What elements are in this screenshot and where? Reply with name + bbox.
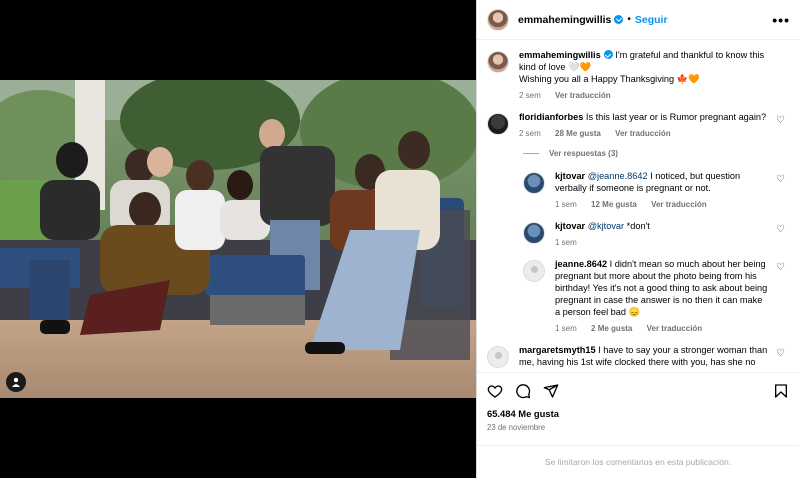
like-comment-icon[interactable]: ♡ — [776, 262, 785, 273]
translate-link[interactable]: Ver traducción — [651, 200, 707, 209]
reply-likes[interactable]: 12 Me gusta — [591, 200, 637, 209]
follow-button[interactable]: Seguir — [635, 14, 668, 26]
like-comment-icon[interactable]: ♡ — [776, 348, 785, 359]
caption-username[interactable]: emmahemingwillis — [519, 50, 613, 60]
caption-avatar[interactable] — [487, 51, 509, 73]
reply-time[interactable]: 1 sem — [555, 200, 577, 209]
view-replies-button[interactable]: Ver respuestas (3) — [523, 149, 789, 158]
verified-badge-icon — [603, 50, 613, 59]
commenter-username[interactable]: floridianforbes — [519, 112, 583, 122]
replier-username[interactable]: jeanne.8642 — [555, 259, 607, 269]
replier-username[interactable]: kjtovar — [555, 171, 585, 181]
reply-time[interactable]: 1 sem — [555, 324, 577, 333]
post-header: emmahemingwillis • Seguir ••• — [477, 0, 800, 40]
post-actions: 65.484 Me gusta 23 de noviembre — [477, 372, 799, 432]
replier-avatar[interactable] — [523, 222, 545, 244]
translate-link[interactable]: Ver traducción — [615, 129, 671, 138]
caption: emmahemingwillis I'm grateful and thankf… — [487, 49, 789, 102]
comment-time[interactable]: 2 sem — [519, 129, 541, 138]
translate-link[interactable]: Ver traducción — [647, 324, 703, 333]
tagged-users-icon[interactable] — [6, 372, 26, 392]
replies-divider — [523, 153, 539, 154]
separator-dot: • — [627, 14, 631, 25]
reply-mention[interactable]: @jeanne.8642 — [588, 171, 648, 181]
share-icon[interactable] — [543, 383, 559, 399]
comment-likes[interactable]: 28 Me gusta — [555, 129, 601, 138]
post-photo[interactable] — [0, 80, 476, 398]
like-count[interactable]: 65.484 Me gusta — [487, 408, 789, 419]
comment-item: margaretsmyth15 I have to say your a str… — [487, 344, 789, 368]
replier-avatar[interactable] — [523, 260, 545, 282]
view-replies-label: Ver respuestas (3) — [549, 149, 618, 158]
like-heart-icon[interactable] — [487, 383, 503, 399]
post-date[interactable]: 23 de noviembre — [487, 423, 789, 432]
author-username[interactable]: emmahemingwillis — [518, 14, 624, 26]
save-bookmark-icon[interactable] — [773, 383, 789, 399]
commenter-avatar[interactable] — [487, 346, 509, 368]
more-options-icon[interactable]: ••• — [772, 12, 790, 28]
like-comment-icon[interactable]: ♡ — [776, 115, 785, 126]
caption-time[interactable]: 2 sem — [519, 91, 541, 100]
reply-item: kjtovar @kjtovar *don't 1 sem ♡ — [523, 220, 789, 249]
like-comment-icon[interactable]: ♡ — [776, 174, 785, 185]
replier-username[interactable]: kjtovar — [555, 221, 585, 231]
caption-text-line2: Wishing you all a Happy Thanksgiving 🍁🧡 — [519, 74, 700, 84]
verified-badge-icon — [614, 14, 624, 24]
post-media — [0, 0, 476, 478]
comment-item: floridianforbes Is this last year or is … — [487, 111, 789, 140]
family-photo — [0, 80, 476, 398]
reply-likes[interactable]: 2 Me gusta — [591, 324, 632, 333]
reply-time[interactable]: 1 sem — [555, 238, 577, 247]
comment-text: Is this last year or is Rumor pregnant a… — [585, 112, 767, 122]
like-comment-icon[interactable]: ♡ — [776, 224, 785, 235]
reply-text: *don't — [624, 221, 650, 231]
replier-avatar[interactable] — [523, 172, 545, 194]
reply-mention[interactable]: @kjtovar — [588, 221, 624, 231]
comments-list[interactable]: emmahemingwillis I'm grateful and thankf… — [477, 41, 799, 371]
author-avatar[interactable] — [487, 8, 509, 31]
commenter-username[interactable]: margaretsmyth15 — [519, 345, 596, 355]
reply-item: jeanne.8642 I didn't mean so much about … — [523, 258, 789, 335]
post-details-panel: emmahemingwillis • Seguir ••• emmaheming… — [476, 0, 800, 478]
comments-limited-notice: Se limitaron los comentarios en esta pub… — [477, 445, 799, 478]
commenter-avatar[interactable] — [487, 113, 509, 135]
translate-link[interactable]: Ver traducción — [555, 91, 611, 100]
reply-item: kjtovar @jeanne.8642 I noticed, but ques… — [523, 170, 789, 211]
comment-icon[interactable] — [515, 383, 531, 399]
